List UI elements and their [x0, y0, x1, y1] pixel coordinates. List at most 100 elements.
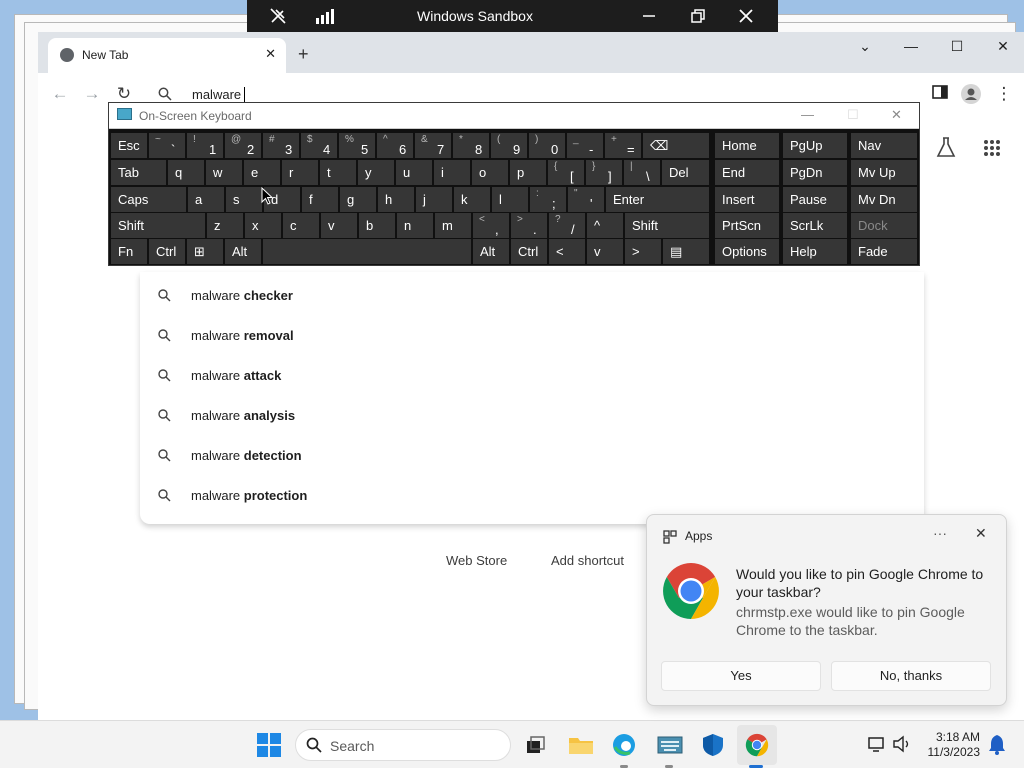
osk-key[interactable]: Shift: [111, 213, 205, 238]
chrome-minimize-icon[interactable]: —: [896, 38, 926, 54]
osk-key[interactable]: _ -: [567, 133, 603, 158]
connection-bars-icon[interactable]: [315, 6, 337, 26]
osk-nav-key[interactable]: Mv Dn: [851, 187, 917, 212]
suggestion-item[interactable]: malware analysis: [140, 396, 924, 436]
osk-nav-key[interactable]: Home: [715, 133, 779, 158]
osk-key[interactable]: $4: [301, 133, 337, 158]
osk-key[interactable]: p: [510, 160, 546, 185]
osk-nav-key[interactable]: PgDn: [783, 160, 847, 185]
osk-key[interactable]: & 7: [415, 133, 451, 158]
osk-key[interactable]: Alt: [225, 239, 261, 264]
osk-key[interactable]: ▤: [663, 239, 709, 264]
osk-key[interactable]: c: [283, 213, 319, 238]
osk-key[interactable]: <: [549, 239, 585, 264]
network-icon[interactable]: [866, 733, 890, 757]
taskbar-search[interactable]: Search: [295, 729, 511, 761]
osk-key[interactable]: g: [340, 187, 376, 212]
osk-key[interactable]: {[: [548, 160, 584, 185]
osk-key[interactable]: Del: [662, 160, 709, 185]
osk-key[interactable]: w: [206, 160, 242, 185]
side-panel-icon[interactable]: [930, 84, 950, 104]
osk-key[interactable]: * 8: [453, 133, 489, 158]
osk-nav-key[interactable]: End: [715, 160, 779, 185]
osk-nav-key[interactable]: Options: [715, 239, 779, 264]
osk-key[interactable]: k: [454, 187, 490, 212]
osk-key[interactable]: Ctrl: [511, 239, 547, 264]
osk-key[interactable]: >: [625, 239, 661, 264]
osk-nav-key[interactable]: PgUp: [783, 133, 847, 158]
tab-search-chevron-icon[interactable]: ⌄: [850, 38, 880, 55]
close-icon[interactable]: [735, 6, 757, 26]
osk-nav-key[interactable]: Insert: [715, 187, 779, 212]
shortcut-web-store[interactable]: Web Store: [446, 553, 507, 568]
osk-key[interactable]: Enter: [606, 187, 709, 212]
osk-key[interactable]: >.: [511, 213, 547, 238]
osk-key[interactable]: Fn: [111, 239, 147, 264]
suggestion-item[interactable]: malware attack: [140, 356, 924, 396]
toast-no-thanks-button[interactable]: No, thanks: [831, 661, 991, 691]
osk-key[interactable]: h: [378, 187, 414, 212]
osk-nav-key[interactable]: Nav: [851, 133, 917, 158]
osk-key[interactable]: ! 1: [187, 133, 223, 158]
osk-key[interactable]: m: [435, 213, 471, 238]
pin-off-icon[interactable]: [267, 6, 289, 26]
toast-close-icon[interactable]: ✕: [975, 525, 987, 542]
osk-minimize-icon[interactable]: —: [801, 107, 814, 122]
toast-more-icon[interactable]: ···: [933, 525, 947, 541]
osk-key[interactable]: a: [188, 187, 224, 212]
osk-key[interactable]: ⊞: [187, 239, 223, 264]
osk-key[interactable]: s: [226, 187, 262, 212]
omnibox-text[interactable]: malware: [192, 87, 241, 102]
back-arrow-icon[interactable]: ←: [50, 84, 70, 104]
close-tab-icon[interactable]: ✕: [265, 46, 276, 62]
new-tab-plus-icon[interactable]: +: [298, 44, 309, 65]
osk-key[interactable]: Tab: [111, 160, 166, 185]
tab-new-tab[interactable]: New Tab ✕: [48, 38, 286, 73]
start-windows-icon[interactable]: [257, 733, 281, 757]
osk-key[interactable]: y: [358, 160, 394, 185]
restore-icon[interactable]: [687, 6, 709, 26]
osk-nav-key[interactable]: Pause: [783, 187, 847, 212]
suggestion-item[interactable]: malware removal: [140, 316, 924, 356]
osk-key[interactable]: [263, 239, 471, 264]
reload-icon[interactable]: ↻: [114, 84, 134, 104]
osk-nav-key[interactable]: Fade: [851, 239, 917, 264]
osk-nav-key[interactable]: Help: [783, 239, 847, 264]
suggestion-item[interactable]: malware checker: [140, 276, 924, 316]
osk-key[interactable]: Alt: [473, 239, 509, 264]
osk-nav-key[interactable]: ScrLk: [783, 213, 847, 238]
shortcut-add[interactable]: Add shortcut: [551, 553, 624, 568]
labs-flask-icon[interactable]: [936, 136, 956, 161]
osk-key[interactable]: " ': [568, 187, 604, 212]
osk-key[interactable]: ^: [587, 213, 623, 238]
osk-key[interactable]: Caps: [111, 187, 186, 212]
notification-bell-icon[interactable]: [988, 733, 1012, 757]
osk-key[interactable]: f: [302, 187, 338, 212]
osk-key[interactable]: + =: [605, 133, 641, 158]
osk-key[interactable]: q: [168, 160, 204, 185]
osk-key[interactable]: b: [359, 213, 395, 238]
osk-key[interactable]: <,: [473, 213, 509, 238]
chrome-maximize-icon[interactable]: ☐: [942, 38, 972, 55]
osk-key[interactable]: ~ `: [149, 133, 185, 158]
task-view-icon[interactable]: [523, 733, 547, 757]
osk-key[interactable]: j: [416, 187, 452, 212]
osk-key[interactable]: Ctrl: [149, 239, 185, 264]
suggestion-item[interactable]: malware detection: [140, 436, 924, 476]
chrome-close-icon[interactable]: ✕: [988, 38, 1018, 55]
osk-key[interactable]: o: [472, 160, 508, 185]
volume-icon[interactable]: [891, 733, 915, 757]
suggestion-item[interactable]: malware protection: [140, 476, 924, 516]
osk-key[interactable]: ⌫: [643, 133, 709, 158]
osk-key[interactable]: #3: [263, 133, 299, 158]
osk-key[interactable]: Shift: [625, 213, 709, 238]
osk-nav-key[interactable]: Mv Up: [851, 160, 917, 185]
osk-key[interactable]: i: [434, 160, 470, 185]
osk-key[interactable]: | \: [624, 160, 660, 185]
forward-arrow-icon[interactable]: →: [82, 84, 102, 104]
osk-taskbar-icon[interactable]: [657, 733, 683, 757]
osk-close-icon[interactable]: ✕: [891, 107, 902, 123]
osk-key[interactable]: r: [282, 160, 318, 185]
osk-key[interactable]: z: [207, 213, 243, 238]
osk-key[interactable]: ^ 6: [377, 133, 413, 158]
